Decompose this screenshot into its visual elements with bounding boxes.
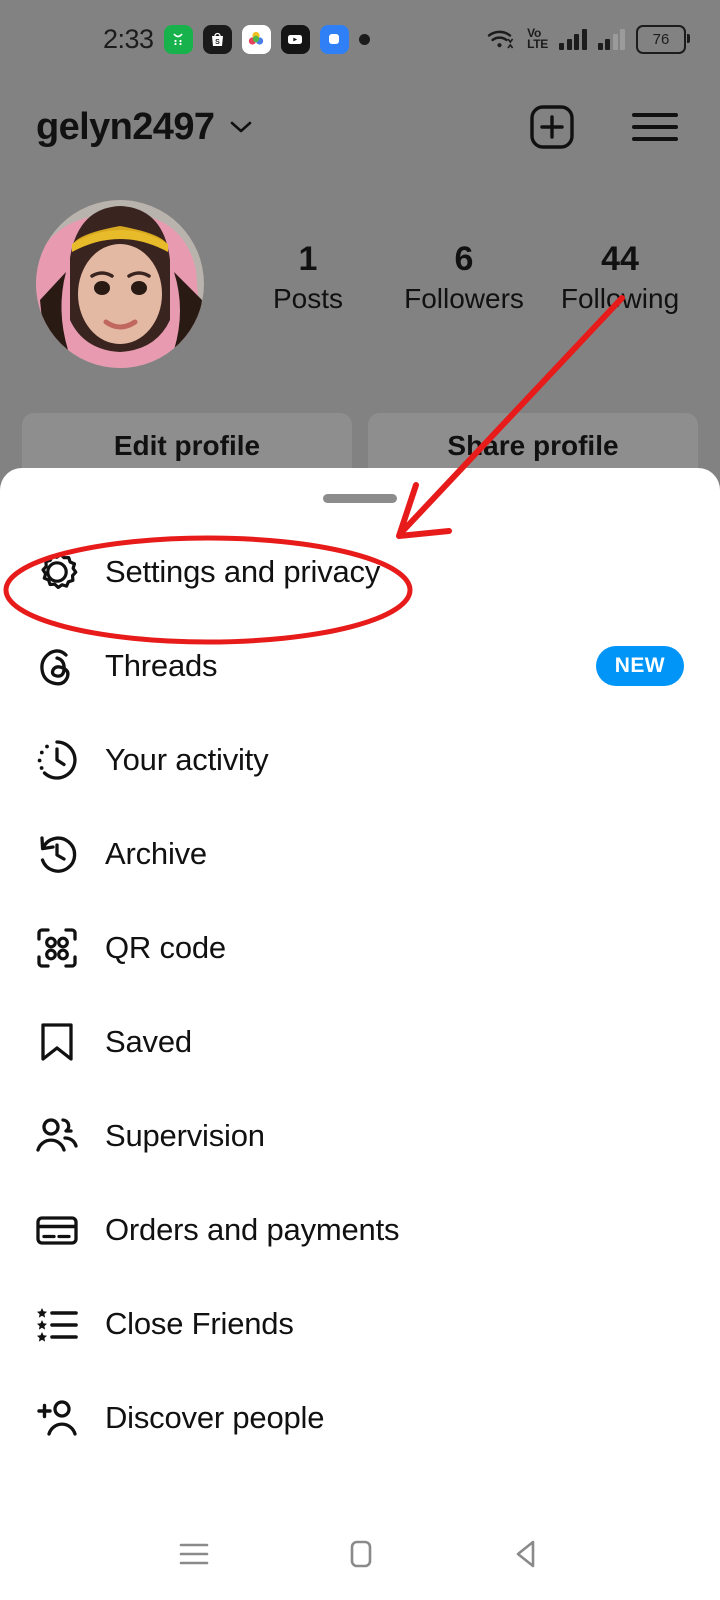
- shopee-app-icon: S: [202, 24, 232, 54]
- volte-indicator: Vo LTE: [527, 27, 548, 51]
- menu-item-label: Close Friends: [105, 1306, 294, 1341]
- profile-header: gelyn2497: [0, 88, 720, 166]
- menu-item-label: Archive: [105, 836, 207, 871]
- notification-dot-icon: [358, 33, 370, 45]
- activity-clock-icon: [31, 734, 83, 786]
- youtube-app-icon: [280, 24, 310, 54]
- recents-button-icon[interactable]: [172, 1537, 216, 1571]
- profile-stats: 1 Posts 6 Followers 44 Following: [230, 238, 698, 318]
- menu-item-orders-and-payments[interactable]: Orders and payments: [0, 1183, 720, 1277]
- menu-item-qr-code[interactable]: QR code: [0, 901, 720, 995]
- menu-item-label: Threads: [105, 648, 218, 683]
- signal-bars-sim2-icon: [597, 28, 625, 50]
- people-icon: [31, 1110, 83, 1162]
- battery-level-text: 76: [652, 30, 670, 48]
- credit-card-icon: [31, 1204, 83, 1256]
- star-list-icon: [31, 1298, 83, 1350]
- menu-item-threads[interactable]: Threads NEW: [0, 619, 720, 713]
- battery-icon: 76: [636, 24, 690, 54]
- stat-followers-value: 6: [454, 240, 474, 278]
- green-shopping-app-icon: [163, 24, 193, 54]
- sheet-drag-handle[interactable]: [323, 494, 397, 503]
- menu-item-label: Supervision: [105, 1118, 265, 1153]
- status-bar: 2:33 S Vo LTE 76: [0, 0, 720, 78]
- status-bar-clock: 2:33: [103, 23, 154, 54]
- chevron-down-icon: [231, 121, 252, 133]
- menu-item-settings-and-privacy[interactable]: Settings and privacy: [0, 525, 720, 619]
- stat-following-label: Following: [560, 283, 680, 314]
- android-navigation-bar: [0, 1508, 720, 1600]
- sheet-menu-list: Settings and privacy Threads NEW Your ac…: [0, 525, 720, 1465]
- dimmed-profile-backdrop: 2:33 S Vo LTE 76 gelyn2497 1 Posts 6 Fol…: [0, 0, 720, 500]
- add-post-icon[interactable]: [526, 101, 578, 153]
- stat-followers[interactable]: 6 Followers: [386, 238, 542, 318]
- stat-posts[interactable]: 1 Posts: [230, 238, 386, 318]
- status-bar-right: Vo LTE 76: [486, 24, 690, 54]
- menu-item-label: QR code: [105, 930, 226, 965]
- menu-item-supervision[interactable]: Supervision: [0, 1089, 720, 1183]
- svg-text:S: S: [215, 39, 220, 46]
- menu-item-saved[interactable]: Saved: [0, 995, 720, 1089]
- menu-item-your-activity[interactable]: Your activity: [0, 713, 720, 807]
- menu-item-label: Orders and payments: [105, 1212, 400, 1247]
- profile-avatar[interactable]: [36, 200, 204, 368]
- threads-icon: [31, 640, 83, 692]
- menu-item-close-friends[interactable]: Close Friends: [0, 1277, 720, 1371]
- stat-following[interactable]: 44 Following: [542, 238, 698, 318]
- header-actions: [526, 101, 680, 153]
- menu-item-label: Discover people: [105, 1400, 325, 1435]
- volte-line-2: LTE: [527, 37, 548, 51]
- status-bar-left: 2:33 S: [103, 24, 370, 55]
- stat-following-value: 44: [601, 240, 639, 278]
- options-bottom-sheet: Settings and privacy Threads NEW Your ac…: [0, 468, 720, 1600]
- wifi-icon: [487, 30, 514, 48]
- colorful-star-app-icon: [241, 24, 271, 54]
- stat-posts-value: 1: [298, 240, 318, 278]
- username-switcher[interactable]: gelyn2497: [36, 106, 254, 149]
- stat-posts-label: Posts: [272, 283, 344, 314]
- gear-icon: [31, 546, 83, 598]
- person-add-icon: [31, 1392, 83, 1444]
- bookmark-icon: [31, 1016, 83, 1068]
- phone-screen: 2:33 S Vo LTE 76 gelyn2497 1 Posts 6 Fol…: [0, 0, 720, 1600]
- stat-followers-label: Followers: [404, 283, 524, 314]
- archive-clock-icon: [31, 828, 83, 880]
- signal-bars-sim1-icon: [559, 28, 587, 50]
- menu-item-label: Saved: [105, 1024, 192, 1059]
- menu-item-label: Your activity: [105, 742, 269, 777]
- hamburger-menu-icon[interactable]: [630, 107, 680, 147]
- back-button-icon[interactable]: [506, 1534, 548, 1574]
- status-badge-new: NEW: [595, 646, 684, 686]
- messenger-app-icon: [319, 24, 349, 54]
- menu-item-label: Settings and privacy: [105, 554, 381, 589]
- menu-item-archive[interactable]: Archive: [0, 807, 720, 901]
- qr-code-icon: [31, 922, 83, 974]
- home-button-icon[interactable]: [341, 1533, 381, 1575]
- menu-item-discover-people[interactable]: Discover people: [0, 1371, 720, 1465]
- profile-username: gelyn2497: [36, 105, 215, 148]
